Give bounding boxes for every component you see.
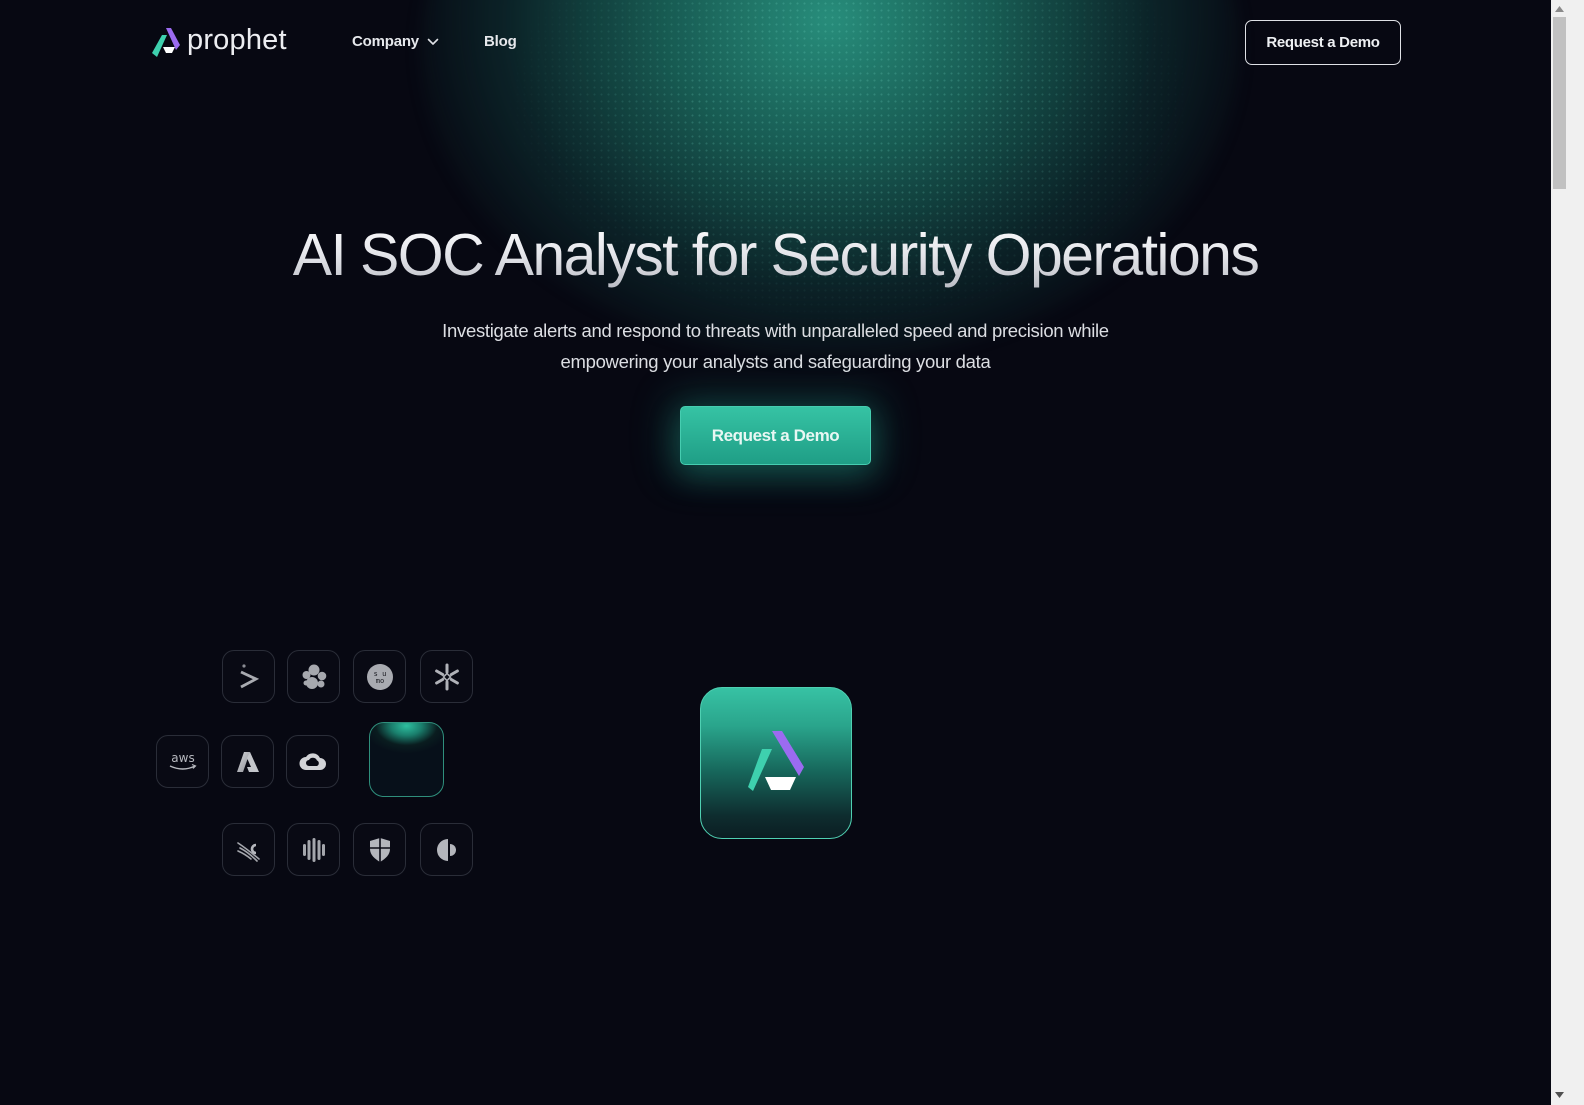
cortex-icon	[436, 838, 456, 861]
integration-hub-tile	[369, 722, 444, 797]
scroll-down-arrow-icon[interactable]	[1554, 1089, 1565, 1101]
prophet-logo-icon	[748, 731, 804, 791]
microsoft-defender-icon	[369, 837, 390, 862]
page: prophet Company Blog Request a Demo AI S…	[0, 0, 1551, 1105]
hero-request-demo-button[interactable]: Request a Demo	[680, 406, 871, 465]
nav-item-blog-label: Blog	[484, 33, 517, 50]
azure-icon	[236, 751, 259, 772]
integration-tile-google-cloud	[286, 735, 339, 788]
top-navigation: prophet Company Blog Request a Demo	[0, 0, 1551, 86]
hero-subtitle: Investigate alerts and respond to threat…	[380, 315, 1171, 377]
sumo-logic-icon: s u mo	[366, 663, 393, 690]
nav-item-company[interactable]: Company	[352, 33, 439, 50]
integration-tile-cortex	[420, 823, 473, 876]
prophet-logo-icon	[152, 28, 180, 57]
google-cloud-icon	[299, 752, 326, 770]
scroll-up-arrow-icon[interactable]	[1554, 3, 1565, 15]
hero-subtitle-line-1: Investigate alerts and respond to threat…	[442, 320, 1109, 341]
crowdstrike-icon	[236, 841, 260, 862]
scrollbar-thumb[interactable]	[1553, 17, 1566, 189]
logo-text: prophet	[187, 24, 287, 56]
integration-tile-sumo-logic: s u mo	[353, 650, 406, 703]
integration-tile-snowflake	[420, 650, 473, 703]
integration-tile-elastic	[287, 650, 340, 703]
svg-text:mo: mo	[375, 677, 383, 685]
splunk-icon	[239, 663, 259, 688]
integration-tile-aws: aws	[156, 735, 209, 788]
aws-icon: aws	[169, 751, 197, 770]
prophet-product-tile	[700, 687, 852, 839]
hero-title: AI SOC Analyst for Security Operations	[0, 220, 1551, 290]
elastic-icon	[302, 664, 326, 689]
hero-subtitle-line-2: empowering your analysts and safeguardin…	[560, 351, 991, 372]
logo-link[interactable]: prophet	[151, 24, 287, 58]
integration-tile-crowdstrike	[222, 823, 275, 876]
nav-item-blog[interactable]: Blog	[484, 33, 517, 50]
nav-item-company-label: Company	[352, 33, 419, 50]
integration-tile-microsoft-defender	[353, 823, 406, 876]
integration-tile-sentinelone	[287, 823, 340, 876]
integration-tile-splunk	[222, 650, 275, 703]
sentinelone-icon	[302, 837, 325, 862]
vertical-scrollbar[interactable]	[1551, 0, 1584, 1105]
nav-request-demo-button[interactable]: Request a Demo	[1245, 20, 1401, 65]
svg-text:aws: aws	[171, 751, 194, 765]
snowflake-icon	[434, 663, 459, 690]
integration-tile-azure	[221, 735, 274, 788]
chevron-down-icon	[427, 38, 439, 45]
